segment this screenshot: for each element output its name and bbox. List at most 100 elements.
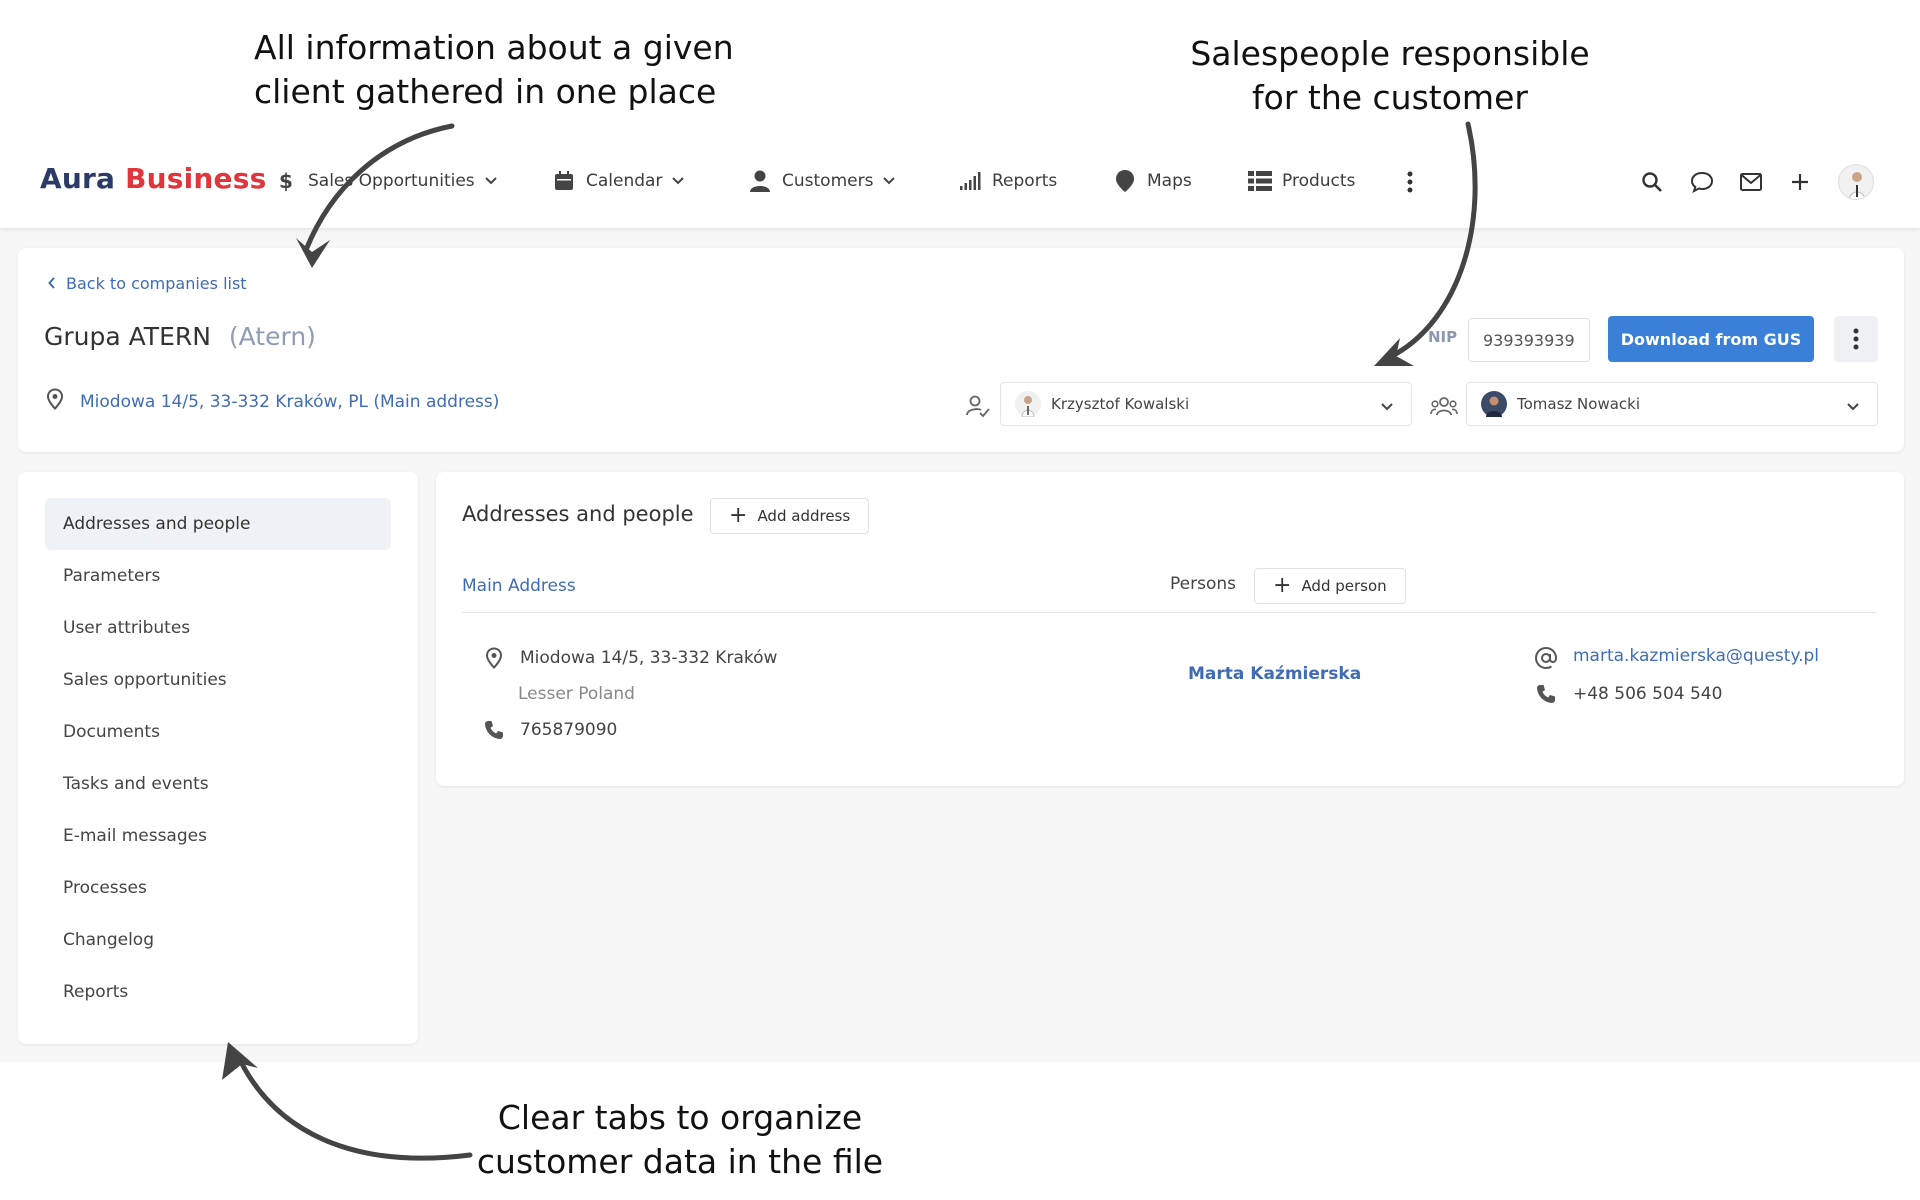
more-menu-icon[interactable] (1396, 168, 1424, 196)
person-phone: +48 506 504 540 (1573, 684, 1723, 704)
address-phone: 765879090 (520, 720, 618, 740)
nip-label: NIP (1428, 328, 1458, 346)
annotation-line: All information about a given (254, 28, 734, 67)
download-from-gus-button[interactable]: Download from GUS (1608, 316, 1814, 362)
nav-sales-opportunities[interactable]: $ Sales Opportunities (274, 169, 497, 193)
company-more-button[interactable] (1834, 316, 1878, 362)
owner-name: Krzysztof Kowalski (1051, 395, 1190, 413)
company-address-text: Miodowa 14/5, 33-332 Kraków, PL (Main ad… (80, 391, 500, 412)
address-line: Miodowa 14/5, 33-332 Kraków (520, 648, 778, 668)
tab-addresses-and-people[interactable]: Addresses and people (45, 498, 391, 550)
top-navigation-bar: Aura Business $ Sales Opportunities Cale… (0, 138, 1920, 228)
add-address-button[interactable]: + Add address (710, 498, 870, 534)
chevron-down-icon (883, 174, 896, 188)
tab-parameters[interactable]: Parameters (45, 550, 391, 602)
annotation-salespeople: Salespeople responsible for the customer (1190, 32, 1590, 120)
bar-chart-icon (958, 169, 982, 193)
map-pin-icon (46, 388, 64, 415)
annotation-line: client gathered in one place (254, 72, 717, 111)
owner-select[interactable]: Krzysztof Kowalski (1000, 382, 1412, 426)
back-to-companies-link[interactable]: Back to companies list (48, 274, 247, 293)
phone-icon (482, 718, 506, 742)
chevron-down-icon (484, 174, 497, 188)
nav-label: Reports (992, 171, 1058, 191)
persons-label: Persons (1170, 574, 1236, 594)
map-pin-icon (482, 646, 506, 670)
plus-icon[interactable] (1786, 168, 1814, 196)
nav-calendar[interactable]: Calendar (552, 169, 685, 193)
annotation-line: Salespeople responsible (1190, 34, 1590, 73)
addresses-and-people-panel: Addresses and people + Add address Main … (436, 472, 1904, 786)
tab-changelog[interactable]: Changelog (45, 914, 391, 966)
calendar-icon (552, 169, 576, 193)
nav-label: Customers (782, 171, 874, 191)
logo-part-aura: Aura (40, 162, 116, 195)
nav-products[interactable]: Products (1248, 169, 1355, 193)
annotation-clear-tabs: Clear tabs to organize customer data in … (470, 1096, 890, 1184)
annotation-line: Clear tabs to organize (497, 1098, 863, 1137)
annotation-line: customer data in the file (476, 1142, 884, 1181)
nav-label: Products (1282, 171, 1356, 191)
tab-email-messages[interactable]: E-mail messages (45, 810, 391, 862)
team-member-select[interactable]: Tomasz Nowacki (1466, 382, 1878, 426)
nip-field[interactable] (1468, 318, 1590, 362)
team-member-name: Tomasz Nowacki (1517, 395, 1641, 413)
tab-reports[interactable]: Reports (45, 966, 391, 1018)
nav-label: Calendar (586, 171, 663, 191)
at-sign-icon (1534, 646, 1558, 670)
file-tabs-sidebar: Addresses and people Parameters User att… (18, 472, 418, 1044)
team-icon (1430, 392, 1458, 420)
person-email-link[interactable]: marta.kazmierska@questy.pl (1573, 646, 1819, 666)
team-member-avatar (1481, 391, 1507, 417)
section-divider (462, 612, 1876, 613)
tab-user-attributes[interactable]: User attributes (45, 602, 391, 654)
app-window: Aura Business $ Sales Opportunities Cale… (0, 138, 1920, 1062)
owner-check-icon (964, 392, 992, 420)
chevron-down-icon (1381, 397, 1393, 415)
map-pin-icon (1113, 169, 1137, 193)
chevron-down-icon (1847, 397, 1859, 415)
person-name-link[interactable]: Marta Kaźmierska (1188, 664, 1361, 684)
company-title: Grupa ATERN (Atern) (44, 322, 316, 351)
chat-icon[interactable] (1688, 168, 1716, 196)
company-address-link[interactable]: Miodowa 14/5, 33-332 Kraków, PL (Main ad… (46, 388, 499, 415)
tab-tasks-and-events[interactable]: Tasks and events (45, 758, 391, 810)
tab-processes[interactable]: Processes (45, 862, 391, 914)
tab-documents[interactable]: Documents (45, 706, 391, 758)
company-header-card: Back to companies list Grupa ATERN (Ater… (18, 248, 1904, 452)
annotation-all-information: All information about a given client gat… (254, 26, 734, 114)
tab-sales-opportunities[interactable]: Sales opportunities (45, 654, 391, 706)
company-alias: (Atern) (228, 322, 316, 351)
add-person-label: Add person (1301, 577, 1387, 595)
svg-text:$: $ (279, 169, 293, 193)
nav-maps[interactable]: Maps (1113, 169, 1192, 193)
list-icon (1248, 169, 1272, 193)
user-avatar[interactable] (1838, 164, 1874, 200)
person-icon (748, 169, 772, 193)
company-name: Grupa ATERN (44, 322, 211, 351)
plus-icon: + (729, 503, 748, 528)
logo-part-business: Business (125, 162, 267, 195)
nav-label: Sales Opportunities (308, 171, 475, 191)
plus-icon: + (1273, 573, 1292, 598)
nav-label: Maps (1147, 171, 1192, 191)
dollar-icon: $ (274, 169, 298, 193)
phone-icon (1534, 682, 1558, 706)
add-address-label: Add address (757, 507, 851, 525)
brand-logo[interactable]: Aura Business (40, 162, 266, 195)
more-vertical-icon (1853, 328, 1859, 350)
chevron-left-icon (48, 274, 56, 293)
annotation-line: for the customer (1252, 78, 1528, 117)
chevron-down-icon (672, 174, 685, 188)
nav-customers[interactable]: Customers (748, 169, 896, 193)
mail-icon[interactable] (1737, 168, 1765, 196)
back-link-label: Back to companies list (66, 274, 247, 293)
nav-reports[interactable]: Reports (958, 169, 1057, 193)
owner-avatar (1015, 391, 1041, 418)
address-region: Lesser Poland (518, 684, 635, 704)
main-address-label: Main Address (462, 576, 576, 596)
arrow-to-tabs (237, 1057, 473, 1161)
add-person-button[interactable]: + Add person (1254, 568, 1406, 604)
search-icon[interactable] (1638, 168, 1666, 196)
section-title: Addresses and people (462, 502, 694, 526)
